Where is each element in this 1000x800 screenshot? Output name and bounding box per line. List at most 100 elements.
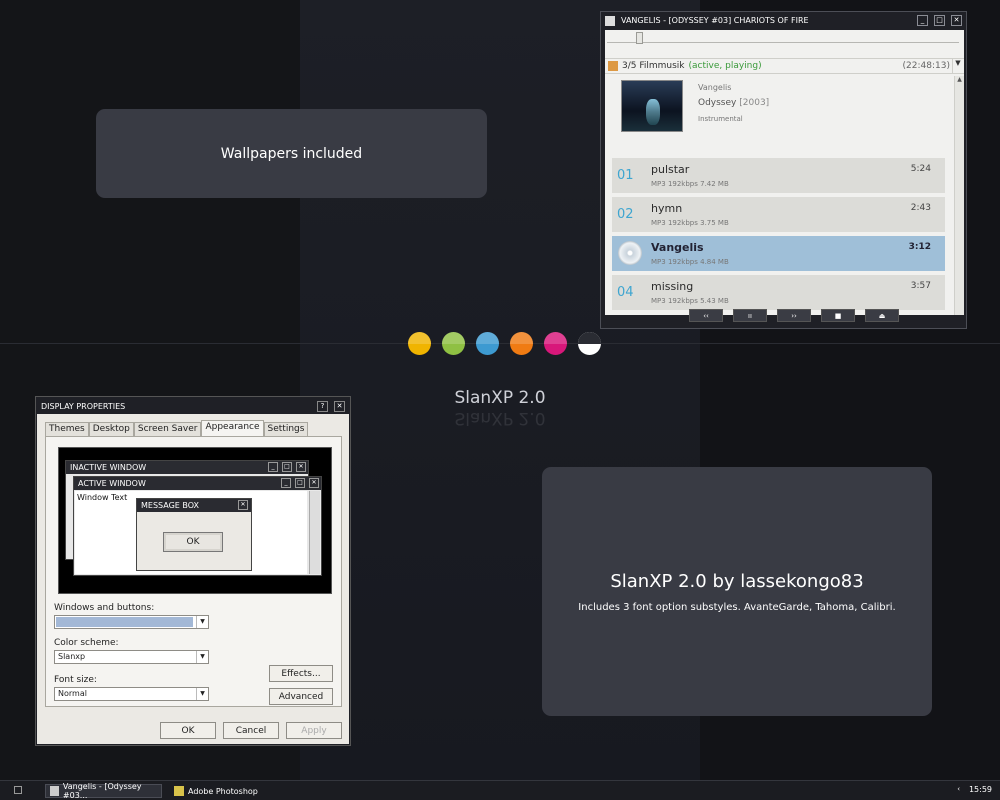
track-row[interactable]: 04 missing MP3 192kbps 5.43 MB 3:57 (612, 275, 945, 310)
clock: 15:59 (968, 785, 992, 794)
color-swatches (408, 332, 601, 355)
playlist-icon (608, 61, 618, 71)
wallpapers-text: Wallpapers included (220, 145, 363, 162)
next-button[interactable]: ›› (777, 309, 811, 322)
display-properties-dialog: DISPLAY PROPERTIES ? ✕ Themes Desktop Sc… (36, 397, 350, 745)
close-icon: ✕ (296, 462, 306, 472)
track-row-playing[interactable]: Vangelis MP3 192kbps 4.84 MB 3:12 (612, 236, 945, 271)
pause-button[interactable]: ıı (733, 309, 767, 322)
tray-expand-icon[interactable]: ‹ (957, 785, 960, 793)
playlist-state: (active, playing) (688, 61, 762, 71)
taskbar-item-player[interactable]: Vangelis - [Odyssey #03... (45, 782, 162, 800)
track-name: hymn (651, 202, 683, 215)
theme-title-reflection: SlanXP 2.0 (454, 408, 546, 428)
track-row[interactable]: 02 hymn MP3 192kbps 3.75 MB 2:43 (612, 197, 945, 232)
seek-thumb[interactable] (636, 32, 643, 44)
dialog-titlebar[interactable]: DISPLAY PROPERTIES ? ✕ (37, 398, 349, 414)
tab-themes[interactable]: Themes (45, 422, 89, 436)
track-info: MP3 192kbps 4.84 MB (651, 258, 729, 266)
maximize-icon: □ (282, 462, 292, 472)
credits-subtitle: Includes 3 font option substyles. Avante… (578, 601, 896, 613)
track-number: 02 (617, 207, 634, 222)
effects-button[interactable]: Effects... (269, 665, 333, 682)
wallpapers-card: Wallpapers included (96, 109, 487, 198)
credits-title: SlanXP 2.0 by lassekongo83 (610, 570, 864, 592)
track-name: Vangelis (651, 241, 704, 254)
track-name: pulstar (651, 163, 690, 176)
swatch-green (442, 332, 465, 355)
message-ok-button: OK (163, 532, 223, 552)
chevron-down-icon: ▼ (196, 688, 208, 700)
playlist-scrollbar[interactable]: ▲ (954, 76, 964, 315)
ok-button[interactable]: OK (160, 722, 216, 739)
media-player-window: VANGELIS - [ODYSSEY #03] CHARIOTS OF FIR… (600, 11, 967, 329)
start-button[interactable] (14, 786, 22, 794)
swatch-pink (544, 332, 567, 355)
message-box-title: MESSAGE BOX (141, 501, 200, 510)
taskbar: Vangelis - [Odyssey #03... Adobe Photosh… (0, 780, 1000, 800)
minimize-icon[interactable]: _ (917, 15, 928, 26)
credits-card: SlanXP 2.0 by lassekongo83 Includes 3 fo… (542, 467, 932, 716)
active-window-title: ACTIVE WINDOW (78, 479, 146, 488)
playlist-dropdown-icon[interactable]: ▼ (952, 59, 963, 73)
apply-button[interactable]: Apply (286, 722, 342, 739)
playlist-bar[interactable]: 3/5 Filmmusik (active, playing) (22:48:1… (605, 58, 964, 74)
player-body: 3/5 Filmmusik (active, playing) (22:48:1… (605, 30, 964, 315)
dialog-title: DISPLAY PROPERTIES (41, 401, 126, 411)
font-size-select[interactable]: Normal ▼ (54, 687, 209, 701)
appearance-panel: INACTIVE WINDOW _ □ ✕ ACTIVE WINDOW _ □ … (45, 436, 342, 707)
stop-button[interactable]: ■ (821, 309, 855, 322)
cd-icon (618, 241, 642, 265)
color-scheme-select[interactable]: Slanxp ▼ (54, 650, 209, 664)
maximize-icon[interactable]: □ (934, 15, 945, 26)
swatch-orange (510, 332, 533, 355)
preview-scrollbar (309, 491, 320, 574)
album-year: [2003] (739, 98, 770, 108)
track-duration: 5:24 (910, 164, 931, 174)
taskbar-item-photoshop[interactable]: Adobe Photoshop (170, 784, 270, 798)
tab-screen-saver[interactable]: Screen Saver (133, 422, 202, 436)
cancel-button[interactable]: Cancel (223, 722, 279, 739)
close-icon[interactable]: ✕ (334, 400, 345, 412)
seek-bar[interactable] (607, 42, 959, 43)
font-size-label: Font size: (54, 675, 97, 685)
advanced-button[interactable]: Advanced (269, 688, 333, 705)
task-label: Vangelis - [Odyssey #03... (62, 782, 142, 800)
maximize-icon: □ (295, 478, 305, 488)
font-size-value: Normal (58, 689, 87, 698)
minimize-icon: _ (268, 462, 278, 472)
window-text: Window Text (77, 493, 128, 502)
windows-buttons-value (56, 617, 193, 627)
track-duration: 3:57 (910, 281, 931, 291)
album-art (621, 80, 683, 132)
track-name: missing (651, 280, 694, 293)
track-duration: 3:12 (908, 242, 931, 252)
preview-message-box: MESSAGE BOX ✕ OK (136, 498, 252, 571)
track-info: MP3 192kbps 3.75 MB (651, 219, 729, 227)
track-duration: 2:43 (910, 203, 931, 213)
windows-buttons-select[interactable]: ▼ (54, 615, 209, 629)
appearance-preview: INACTIVE WINDOW _ □ ✕ ACTIVE WINDOW _ □ … (58, 447, 332, 594)
chevron-down-icon: ▼ (196, 616, 208, 628)
genre: Instrumental (698, 115, 743, 123)
swatch-yellow (408, 332, 431, 355)
player-app-icon (50, 786, 59, 796)
eject-button[interactable]: ⏏ (865, 309, 899, 322)
task-label: Adobe Photoshop (188, 786, 258, 796)
windows-buttons-label: Windows and buttons: (54, 603, 155, 613)
color-scheme-label: Color scheme: (54, 638, 119, 648)
previous-button[interactable]: ‹‹ (689, 309, 723, 322)
player-app-icon (605, 15, 615, 26)
photoshop-icon (174, 786, 184, 796)
tab-appearance[interactable]: Appearance (201, 420, 264, 436)
track-row[interactable]: 01 pulstar MP3 192kbps 7.42 MB 5:24 (612, 158, 945, 193)
track-number: 04 (617, 285, 634, 300)
minimize-icon: _ (281, 478, 291, 488)
tab-desktop[interactable]: Desktop (88, 422, 134, 436)
playback-controls: ‹‹ ıı ›› ■ ⏏ (689, 309, 899, 322)
help-icon[interactable]: ? (317, 400, 328, 412)
close-icon[interactable]: ✕ (951, 15, 962, 26)
player-titlebar[interactable]: VANGELIS - [ODYSSEY #03] CHARIOTS OF FIR… (601, 12, 966, 29)
tab-strip: Themes Desktop Screen Saver Appearance S… (45, 420, 309, 436)
tab-settings[interactable]: Settings (263, 422, 309, 436)
